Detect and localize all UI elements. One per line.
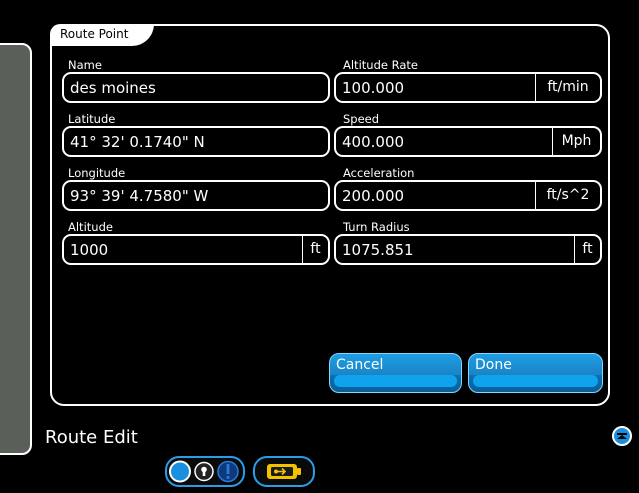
scroll-up-button[interactable] [612, 426, 632, 446]
longitude-field[interactable]: 93° 39' 4.7580" W [62, 180, 330, 211]
battery-icon [267, 464, 301, 479]
battery-indicator[interactable] [253, 456, 315, 487]
latitude-field[interactable]: 41° 32' 0.1740" N [62, 126, 330, 157]
name-field[interactable]: des moines [62, 72, 330, 103]
speed-label: Speed [343, 112, 380, 126]
turn-radius-label: Turn Radius [343, 220, 410, 234]
altitude-value: 1000 [70, 241, 109, 259]
chevron-up-icon [617, 433, 627, 439]
turn-radius-unit: ft [574, 236, 600, 263]
longitude-value: 93° 39' 4.7580" W [70, 187, 209, 205]
acceleration-field[interactable]: 200.000 ft/s^2 [334, 180, 602, 211]
altitude-rate-label: Altitude Rate [343, 58, 418, 72]
name-label: Name [68, 58, 102, 72]
speed-value: 400.000 [342, 133, 405, 151]
altitude-rate-unit: ft/min [535, 74, 600, 101]
done-button-label: Done [475, 357, 512, 373]
name-value: des moines [70, 79, 156, 97]
speed-field[interactable]: 400.000 Mph [334, 126, 602, 157]
altitude-unit: ft [302, 236, 328, 263]
speed-unit: Mph [552, 128, 600, 155]
turn-radius-value: 1075.851 [342, 241, 414, 259]
side-panel[interactable] [0, 43, 32, 455]
altitude-rate-field[interactable]: 100.000 ft/min [334, 72, 602, 103]
dialog-tab-title: Route Point [50, 24, 154, 46]
acceleration-unit: ft/s^2 [535, 182, 600, 209]
acceleration-label: Acceleration [343, 166, 415, 180]
acceleration-value: 200.000 [342, 187, 405, 205]
cancel-button[interactable]: Cancel [329, 353, 462, 393]
circle-icon [169, 460, 191, 483]
turn-radius-field[interactable]: 1075.851 ft [334, 234, 602, 265]
altitude-field[interactable]: 1000 ft [62, 234, 330, 265]
status-indicator[interactable] [165, 456, 245, 487]
altitude-label: Altitude [68, 220, 113, 234]
exclamation-icon [217, 460, 239, 483]
route-edit-title: Route Edit [45, 427, 138, 448]
done-button[interactable]: Done [468, 353, 603, 393]
latitude-value: 41° 32' 0.1740" N [70, 133, 205, 151]
route-point-dialog: Route Point Name des moines Latitude 41°… [50, 24, 610, 406]
cancel-button-label: Cancel [336, 357, 384, 373]
latitude-label: Latitude [68, 112, 116, 126]
lock-icon [194, 461, 214, 482]
longitude-label: Longitude [68, 166, 126, 180]
altitude-rate-value: 100.000 [342, 79, 405, 97]
